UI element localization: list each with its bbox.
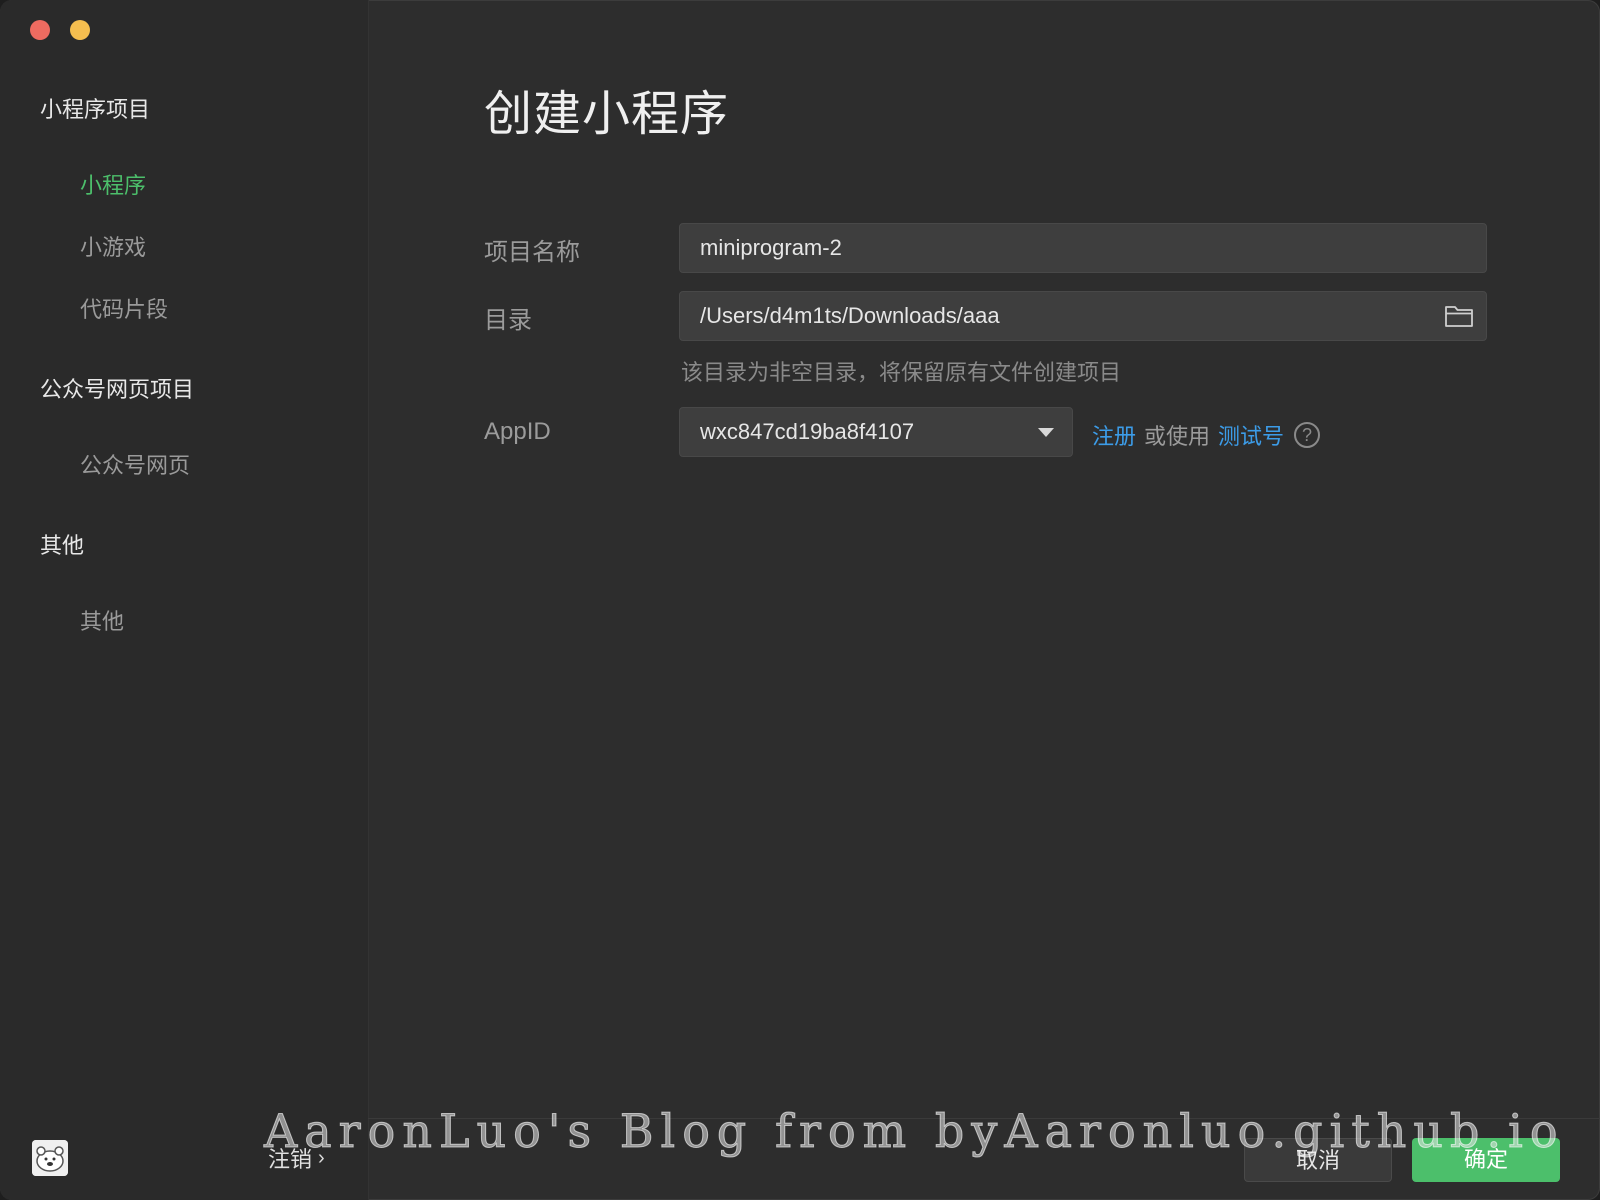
chevron-down-icon <box>1038 428 1054 437</box>
sidebar: 小程序项目 小程序 小游戏 代码片段 公众号网页项目 公众号网页 其他 其他 注… <box>0 0 369 1200</box>
test-account-link[interactable]: 测试号 <box>1218 419 1284 451</box>
user-avatar[interactable] <box>32 1140 68 1176</box>
app-window: 小程序项目 小程序 小游戏 代码片段 公众号网页项目 公众号网页 其他 其他 注… <box>0 0 1600 1200</box>
help-icon[interactable]: ? <box>1294 422 1321 448</box>
appid-select[interactable]: wxc847cd19ba8f4107 <box>679 407 1073 457</box>
window-minimize-button[interactable] <box>70 20 90 40</box>
sidebar-item-code-snippet[interactable]: 代码片段 <box>80 292 168 324</box>
sidebar-item-other[interactable]: 其他 <box>80 604 124 636</box>
sidebar-item-minigame[interactable]: 小游戏 <box>80 230 146 262</box>
directory-hint: 该目录为非空目录，将保留原有文件创建项目 <box>681 360 1122 385</box>
directory-label: 目录 <box>484 307 532 334</box>
sidebar-item-miniprogram[interactable]: 小程序 <box>80 168 146 200</box>
folder-icon[interactable] <box>1444 304 1474 328</box>
window-close-button[interactable] <box>30 20 50 40</box>
cancel-button[interactable]: 取消 <box>1244 1138 1392 1182</box>
chevron-right-icon: › <box>318 1146 325 1169</box>
confirm-button[interactable]: 确定 <box>1412 1138 1560 1182</box>
sidebar-group-miniprogram-projects: 小程序项目 <box>40 97 151 122</box>
appid-label: AppID <box>484 418 551 445</box>
appid-selected-value: wxc847cd19ba8f4107 <box>700 419 915 444</box>
logout-link[interactable]: 注销 › <box>268 1142 325 1174</box>
or-use-text: 或使用 <box>1144 424 1211 449</box>
main-panel: 创建小程序 项目名称 目录 该目录为非空目录，将保留原有文件创建项目 AppID… <box>368 0 1600 1200</box>
page-title: 创建小程序 <box>484 88 730 141</box>
sidebar-item-official-account-web[interactable]: 公众号网页 <box>80 448 190 480</box>
project-name-label: 项目名称 <box>484 239 580 266</box>
sidebar-group-official-account-projects: 公众号网页项目 <box>40 377 195 402</box>
register-link[interactable]: 注册 <box>1092 419 1136 451</box>
footer-divider <box>368 1118 1600 1119</box>
logout-label: 注销 <box>268 1147 313 1172</box>
directory-field[interactable] <box>679 291 1487 341</box>
project-name-field[interactable] <box>679 223 1487 273</box>
avatar-icon <box>32 1140 68 1176</box>
project-name-input[interactable] <box>700 235 1424 261</box>
directory-input[interactable] <box>700 303 1424 329</box>
appid-links: 注册 或使用 测试号 ? <box>1092 419 1321 451</box>
sidebar-group-other: 其他 <box>40 533 85 558</box>
